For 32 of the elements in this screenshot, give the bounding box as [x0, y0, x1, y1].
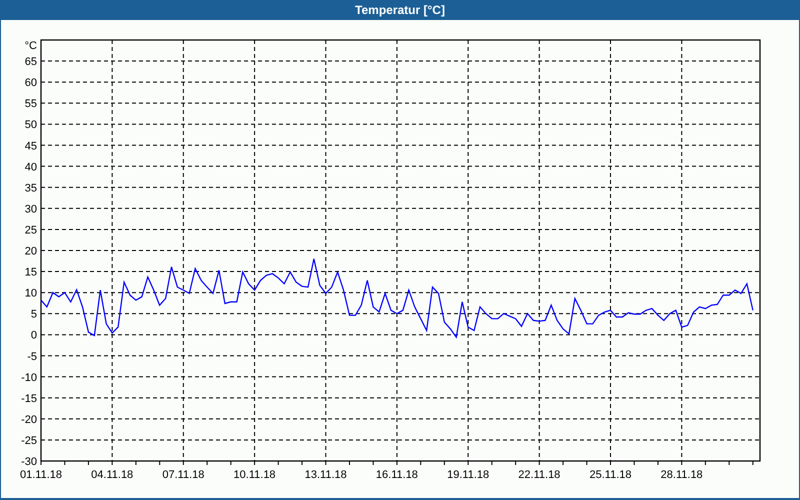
y-tick-label: 30 — [24, 203, 37, 216]
y-tick-label: 65 — [24, 56, 37, 68]
y-tick-label: -15 — [21, 392, 37, 405]
y-tick-label: -20 — [21, 414, 37, 426]
y-tick-label: 25 — [24, 224, 37, 236]
x-tick-label: 01.11.18 — [20, 469, 62, 481]
y-tick-label: 20 — [24, 246, 37, 258]
y-tick-label: 40 — [24, 161, 37, 174]
y-tick-label: 35 — [24, 182, 37, 194]
y-tick-label: 5 — [30, 308, 37, 321]
y-tick-label: 0 — [30, 330, 37, 342]
x-tick-label: 19.11.18 — [447, 469, 490, 481]
y-tick-label: 55 — [24, 98, 37, 110]
y-tick-label: -30 — [21, 456, 37, 468]
x-tick-label: 10.11.18 — [234, 469, 276, 481]
y-tick-label: -25 — [21, 434, 37, 447]
y-tick-label: 15 — [24, 266, 37, 279]
x-tick-label: 04.11.18 — [91, 469, 134, 481]
x-tick-label: 25.11.18 — [590, 469, 632, 481]
window-title: Temperatur [°C] — [355, 2, 445, 19]
y-axis-unit: °C — [24, 40, 37, 52]
y-tick-label: -10 — [21, 372, 37, 384]
x-tick-label: 13.11.18 — [304, 469, 347, 481]
y-tick-label: 60 — [24, 77, 37, 90]
y-tick-label: 45 — [24, 140, 37, 152]
y-tick-label: 10 — [24, 288, 37, 300]
x-tick-label: 16.11.18 — [376, 469, 418, 481]
x-tick-label: 28.11.18 — [660, 469, 703, 481]
x-tick-label: 07.11.18 — [162, 469, 204, 481]
x-tick-label: 22.11.18 — [518, 469, 560, 481]
y-tick-label: -5 — [27, 350, 37, 363]
y-tick-label: 50 — [24, 119, 37, 132]
